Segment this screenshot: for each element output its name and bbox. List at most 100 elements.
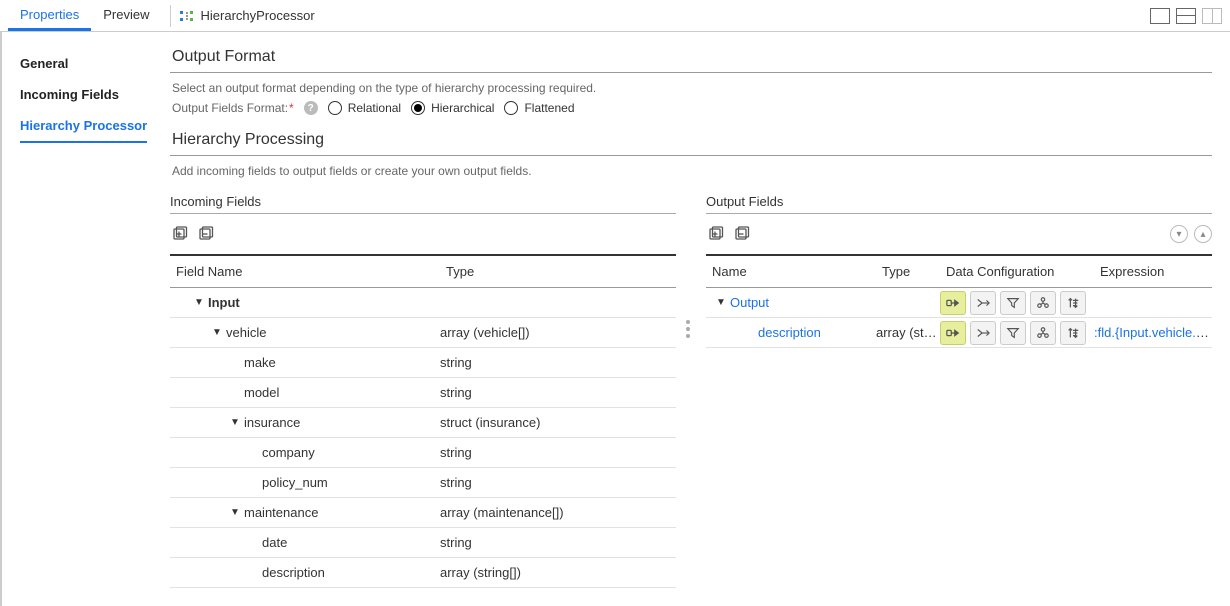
layout-full-button[interactable] (1150, 8, 1170, 24)
order-by-button[interactable] (1060, 291, 1086, 315)
radio-relational[interactable]: Relational (328, 101, 401, 115)
output-field-name[interactable]: Output (730, 295, 769, 310)
layout-split-h-button[interactable] (1176, 8, 1196, 24)
output-format-row: Output Fields Format:* ? Relational Hier… (170, 101, 1212, 125)
field-type: string (440, 445, 676, 460)
caret-down-icon[interactable]: ▼ (228, 417, 242, 428)
filter-button[interactable] (1000, 291, 1026, 315)
chevron-up-icon[interactable]: ▴ (1194, 225, 1212, 243)
field-name: vehicle (226, 325, 266, 340)
field-name: company (262, 445, 315, 460)
table-row[interactable]: policy_num string (170, 468, 676, 498)
caret-down-icon[interactable]: ▼ (192, 297, 206, 308)
out-collapse-all-button[interactable] (732, 224, 752, 244)
table-row[interactable]: company string (170, 438, 676, 468)
data-source-button[interactable] (940, 291, 966, 315)
caret-down-icon[interactable]: ▼ (228, 507, 242, 518)
hierarchy-processor-icon (179, 8, 195, 24)
caret-down-icon[interactable]: ▼ (210, 327, 224, 338)
layout-split-v-button[interactable] (1202, 8, 1222, 24)
radio-hierarchical[interactable]: Hierarchical (411, 101, 494, 115)
expression-cell[interactable]: :fld.{Input.vehicle.vel (1094, 325, 1212, 340)
top-tabs: Properties Preview (8, 0, 162, 31)
top-bar: Properties Preview HierarchyProcessor (0, 0, 1230, 32)
field-name: policy_num (262, 475, 328, 490)
field-name: Input (208, 295, 240, 310)
data-config-cell (940, 321, 1094, 345)
incoming-thead: Field Name Type (170, 256, 676, 288)
output-table: Name Type Data Configuration Expression … (706, 254, 1212, 348)
collapse-all-button[interactable] (196, 224, 216, 244)
field-type: string (440, 535, 676, 550)
field-name: insurance (244, 415, 300, 430)
field-type: struct (insurance) (440, 415, 676, 430)
output-field-name[interactable]: description (758, 325, 821, 340)
group-by-button[interactable] (1030, 291, 1056, 315)
output-tools: ▾ ▴ (706, 214, 1212, 254)
table-row[interactable]: datestring (170, 528, 676, 558)
field-type: array (vehicle[]) (440, 325, 676, 340)
output-heading: Output Fields (706, 190, 1212, 214)
processor-label: HierarchyProcessor (201, 8, 315, 23)
join-button[interactable] (970, 321, 996, 345)
output-th-data: Data Configuration (940, 256, 1094, 287)
layout-buttons (1150, 8, 1222, 24)
sidebar-item-general-label: General (20, 56, 68, 71)
table-row[interactable]: description array (str… :fld.{Input.vehicl… (706, 318, 1212, 348)
sidebar-item-hp[interactable]: Hierarchy Processor (20, 110, 147, 143)
radio-flattened-label: Flattened (524, 101, 574, 115)
sidebar-item-general[interactable]: General (20, 48, 152, 79)
join-button[interactable] (970, 291, 996, 315)
sidebar-item-incoming[interactable]: Incoming Fields (20, 79, 152, 110)
field-name: make (244, 355, 276, 370)
content: Output Format Select an output format de… (160, 32, 1230, 606)
field-type: string (440, 475, 676, 490)
tab-properties[interactable]: Properties (8, 0, 91, 31)
panels: Incoming Fields Field Name Type ▼Input▼v… (170, 190, 1212, 588)
drag-handle-icon[interactable] (686, 320, 690, 338)
table-row[interactable]: ▼vehicle array (vehicle[]) (170, 318, 676, 348)
output-th-name: Name (706, 256, 876, 287)
output-th-type: Type (876, 256, 940, 287)
order-by-button[interactable] (1060, 321, 1086, 345)
output-thead: Name Type Data Configuration Expression (706, 256, 1212, 288)
field-type: string (440, 355, 676, 370)
output-panel: Output Fields ▾ ▴ Name Type (706, 190, 1212, 588)
output-th-expr: Expression (1094, 256, 1212, 287)
sidebar-item-incoming-label: Incoming Fields (20, 87, 119, 102)
field-type: string (440, 385, 676, 400)
group-by-button[interactable] (1030, 321, 1056, 345)
incoming-th-field: Field Name (170, 256, 440, 287)
table-row[interactable]: ▼insurance struct (insurance) (170, 408, 676, 438)
table-row[interactable]: ▼maintenancearray (maintenance[]) (170, 498, 676, 528)
table-row[interactable]: ▼Input (170, 288, 676, 318)
out-expand-all-button[interactable] (706, 224, 726, 244)
data-source-button[interactable] (940, 321, 966, 345)
table-row[interactable]: modelstring (170, 378, 676, 408)
caret-down-icon[interactable]: ▼ (714, 297, 728, 308)
tab-preview[interactable]: Preview (91, 0, 161, 31)
output-field-type: array (str… (876, 325, 940, 340)
expand-all-button[interactable] (170, 224, 190, 244)
radio-flattened[interactable]: Flattened (504, 101, 574, 115)
filter-button[interactable] (1000, 321, 1026, 345)
incoming-th-type: Type (440, 256, 676, 287)
processor-header: HierarchyProcessor (179, 8, 315, 24)
output-format-sub: Select an output format depending on the… (170, 73, 1212, 101)
sidebar: General Incoming Fields Hierarchy Proces… (0, 32, 160, 606)
incoming-tools (170, 214, 676, 254)
sidebar-item-hp-label: Hierarchy Processor (20, 118, 147, 133)
incoming-table: Field Name Type ▼Input▼vehiclearray (veh… (170, 254, 676, 588)
tab-preview-label: Preview (103, 7, 149, 22)
incoming-panel: Incoming Fields Field Name Type ▼Input▼v… (170, 190, 676, 588)
tab-properties-label: Properties (20, 7, 79, 22)
table-row[interactable]: make string (170, 348, 676, 378)
chevron-down-icon[interactable]: ▾ (1170, 225, 1188, 243)
field-type: array (maintenance[]) (440, 505, 676, 520)
table-row[interactable]: ▼Output (706, 288, 1212, 318)
output-format-title: Output Format (170, 42, 1212, 73)
radio-relational-label: Relational (348, 101, 401, 115)
table-row[interactable]: descriptionarray (string[]) (170, 558, 676, 588)
hp-sub: Add incoming fields to output fields or … (170, 156, 1212, 184)
help-icon[interactable]: ? (304, 101, 318, 115)
